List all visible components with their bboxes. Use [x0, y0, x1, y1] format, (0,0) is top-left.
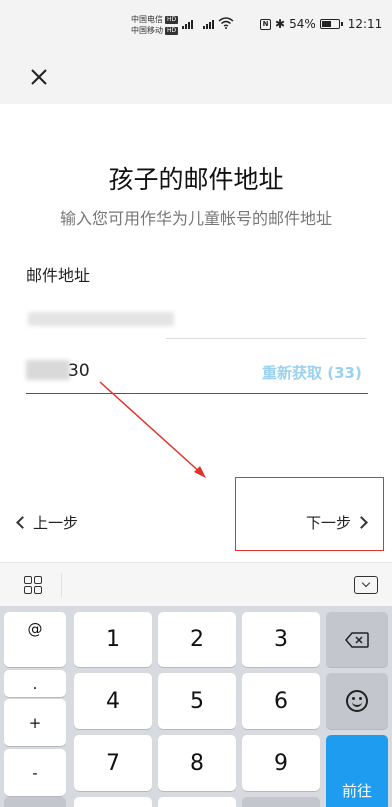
key-at[interactable]: @	[4, 612, 66, 667]
email-label: 邮件地址	[26, 266, 91, 285]
backspace-key[interactable]	[326, 612, 388, 667]
key-2[interactable]: 2	[158, 612, 236, 667]
battery-percent: 54%	[289, 17, 316, 31]
header-bar	[0, 52, 392, 104]
key-plus[interactable]: +	[4, 699, 66, 746]
hd-badge: HD	[165, 27, 179, 35]
key-7[interactable]: 7	[74, 735, 152, 791]
key-8[interactable]: 8	[158, 735, 236, 791]
key-dot[interactable]: .	[4, 670, 66, 697]
page-subtitle: 输入您可用作华为儿童帐号的邮件地址	[59, 209, 332, 228]
key-1[interactable]: 1	[74, 612, 152, 667]
carrier-1: 中国电信	[131, 15, 163, 24]
code-input[interactable]: 30	[68, 361, 90, 381]
emoji-key[interactable]	[326, 673, 388, 729]
status-bar: 中国电信 HD 中国移动 HD N ✱ 54% 12:11	[0, 0, 392, 52]
chevron-left-icon	[16, 516, 29, 529]
signal-area	[182, 17, 234, 29]
key-minus[interactable]: -	[4, 749, 66, 796]
signal-icon	[203, 20, 214, 29]
key-partial-mid-2[interactable]	[158, 797, 236, 807]
key-partial-mid-1[interactable]	[74, 797, 152, 807]
nfc-icon: N	[260, 18, 271, 30]
prev-step-label: 上一步	[33, 514, 79, 532]
key-partial-left[interactable]	[4, 797, 66, 807]
email-underline	[166, 338, 366, 339]
backspace-icon	[345, 631, 369, 648]
emoji-icon	[346, 690, 368, 712]
hd-badge: HD	[165, 16, 179, 24]
battery-icon	[319, 19, 343, 29]
keyboard-hide-icon[interactable]	[354, 576, 378, 594]
keyboard-toolbar	[0, 562, 392, 606]
wifi-icon	[218, 17, 234, 29]
carrier-info: 中国电信 HD 中国移动 HD	[131, 14, 179, 36]
key-9[interactable]: 9	[242, 735, 320, 791]
grid-icon[interactable]	[24, 576, 42, 594]
key-partial-right[interactable]	[242, 797, 320, 807]
key-3[interactable]: 3	[242, 612, 320, 667]
signal-icon	[182, 20, 193, 29]
code-underline	[26, 393, 368, 394]
carrier-2: 中国移动	[131, 26, 163, 35]
page-title: 孩子的邮件地址	[108, 165, 284, 194]
bluetooth-icon: ✱	[275, 17, 286, 31]
go-key[interactable]: 前往	[326, 735, 388, 807]
toolbar-divider	[61, 573, 62, 597]
key-6[interactable]: 6	[242, 673, 320, 729]
email-input[interactable]	[28, 312, 174, 326]
resend-code-button[interactable]: 重新获取 (33)	[262, 362, 362, 383]
code-input-masked[interactable]	[26, 360, 70, 380]
key-4[interactable]: 4	[74, 673, 152, 729]
clock: 12:11	[347, 17, 383, 31]
key-5[interactable]: 5	[158, 673, 236, 729]
close-icon[interactable]	[24, 62, 54, 92]
prev-step-button[interactable]: 上一步	[16, 512, 79, 533]
status-right: N ✱ 54% 12:11	[260, 17, 382, 31]
annotation-box	[235, 477, 384, 551]
numeric-keyboard: @ . + - 1 2 3 4 5 6 7 8 9 前往	[0, 606, 392, 807]
